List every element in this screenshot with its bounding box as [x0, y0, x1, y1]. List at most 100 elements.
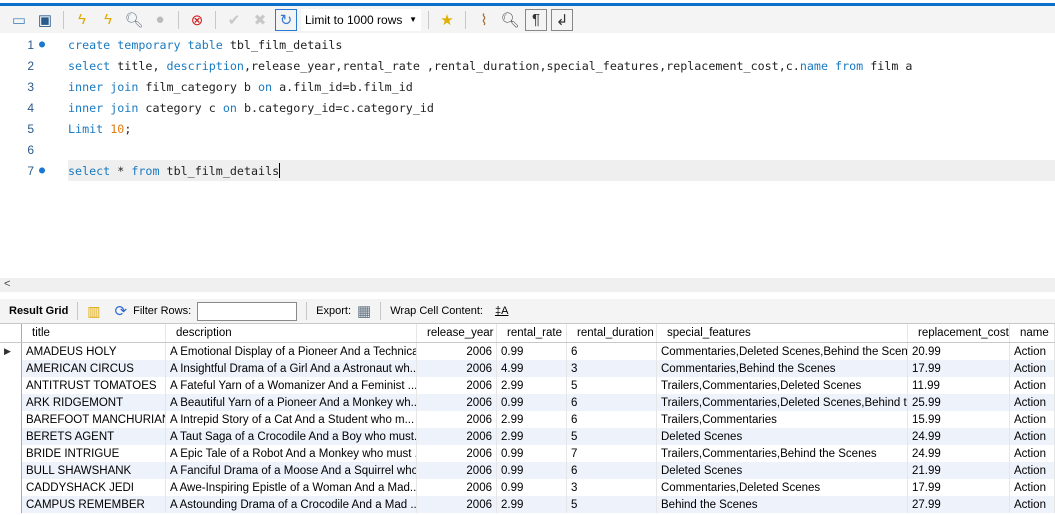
cell-title[interactable]: BULL SHAWSHANK: [22, 462, 166, 479]
cell-special-features[interactable]: Trailers,Commentaries: [657, 411, 908, 428]
cell-replacement-cost[interactable]: 24.99: [908, 445, 1010, 462]
toggle-error-icon[interactable]: ⊗: [186, 9, 208, 31]
code-text[interactable]: inner join film_category b on a.film_id=…: [68, 76, 1055, 97]
cell-rental-duration[interactable]: 6: [567, 343, 657, 360]
invisible-chars-icon[interactable]: ¶: [525, 8, 547, 31]
row-indicator[interactable]: [0, 479, 22, 496]
save-icon[interactable]: ▣: [34, 9, 56, 31]
cell-rental-duration[interactable]: 5: [567, 496, 657, 513]
open-folder-icon[interactable]: ▭: [8, 9, 30, 31]
row-indicator[interactable]: [0, 411, 22, 428]
rollback-icon[interactable]: ✖: [249, 9, 271, 31]
cell-replacement-cost[interactable]: 25.99: [908, 394, 1010, 411]
find-icon[interactable]: 🔍︎: [499, 9, 521, 31]
cell-release-year[interactable]: 2006: [417, 462, 497, 479]
cell-rental-duration[interactable]: 6: [567, 394, 657, 411]
autocommit-icon[interactable]: ↻: [275, 8, 297, 31]
table-row[interactable]: CADDYSHACK JEDI A Awe-Inspiring Epistle o…: [0, 479, 1055, 496]
code-line[interactable]: 6: [0, 139, 1055, 160]
cell-special-features[interactable]: Commentaries,Deleted Scenes,Behind the S…: [657, 343, 908, 360]
cell-rental-rate[interactable]: 0.99: [497, 445, 567, 462]
code-line[interactable]: 3 inner join film_category b on a.film_id…: [0, 76, 1055, 97]
cell-release-year[interactable]: 2006: [417, 445, 497, 462]
explain-icon[interactable]: 🔍︎: [123, 9, 145, 31]
table-row[interactable]: CAMPUS REMEMBER A Astounding Drama of a C…: [0, 496, 1055, 513]
cell-special-features[interactable]: Trailers,Commentaries,Deleted Scenes: [657, 377, 908, 394]
code-text[interactable]: select * from tbl_film_details: [68, 160, 1055, 181]
cell-release-year[interactable]: 2006: [417, 360, 497, 377]
table-row[interactable]: ANTITRUST TOMATOES A Fateful Yarn of a Wo…: [0, 377, 1055, 394]
cell-rental-rate[interactable]: 2.99: [497, 428, 567, 445]
cell-description[interactable]: A Fateful Yarn of a Womanizer And a Femi…: [166, 377, 417, 394]
cell-rental-rate[interactable]: 2.99: [497, 377, 567, 394]
limit-rows-select[interactable]: Limit to 1000 rows ▼: [301, 8, 421, 31]
export-icon[interactable]: ▦: [357, 302, 371, 320]
stop-icon[interactable]: ●: [149, 9, 171, 31]
cell-replacement-cost[interactable]: 17.99: [908, 479, 1010, 496]
code-text[interactable]: [68, 139, 1055, 160]
cell-name[interactable]: Action: [1010, 377, 1055, 394]
row-indicator[interactable]: [0, 445, 22, 462]
column-header-special-features[interactable]: special_features: [657, 324, 908, 342]
row-indicator[interactable]: [0, 428, 22, 445]
table-row[interactable]: ▶ AMADEUS HOLY A Emotional Display of a Pi…: [0, 343, 1055, 360]
refresh-icon[interactable]: ⟳: [115, 302, 128, 320]
code-text[interactable]: Limit 10;: [68, 118, 1055, 139]
cell-description[interactable]: A Insightful Drama of a Girl And a Astro…: [166, 360, 417, 377]
cell-special-features[interactable]: Trailers,Commentaries,Deleted Scenes,Beh…: [657, 394, 908, 411]
table-row[interactable]: BULL SHAWSHANK A Fanciful Drama of a Moos…: [0, 462, 1055, 479]
execute-current-icon[interactable]: ϟ: [97, 9, 119, 31]
code-text[interactable]: select title, description ,release_year,r…: [68, 55, 1055, 76]
cell-description[interactable]: A Taut Saga of a Crocodile And a Boy who…: [166, 428, 417, 445]
cell-name[interactable]: Action: [1010, 394, 1055, 411]
row-indicator[interactable]: [0, 462, 22, 479]
cell-description[interactable]: A Beautiful Yarn of a Pioneer And a Monk…: [166, 394, 417, 411]
cell-description[interactable]: A Awe-Inspiring Epistle of a Woman And a…: [166, 479, 417, 496]
column-header-replacement-cost[interactable]: replacement_cost: [908, 324, 1010, 342]
code-line[interactable]: 4 inner join category c on b.category_id=…: [0, 97, 1055, 118]
cell-rental-duration[interactable]: 6: [567, 411, 657, 428]
sql-editor[interactable]: 1 ● create temporary table tbl_film_detail…: [0, 33, 1055, 278]
cell-rental-rate[interactable]: 0.99: [497, 343, 567, 360]
cell-special-features[interactable]: Behind the Scenes: [657, 496, 908, 513]
horizontal-scrollbar[interactable]: <: [0, 278, 1055, 292]
cell-special-features[interactable]: Deleted Scenes: [657, 428, 908, 445]
add-snippet-icon[interactable]: ★: [436, 9, 458, 31]
column-header-description[interactable]: description: [166, 324, 417, 342]
cell-rental-rate[interactable]: 2.99: [497, 496, 567, 513]
code-line[interactable]: 5 Limit 10;: [0, 118, 1055, 139]
row-indicator[interactable]: [0, 377, 22, 394]
code-line[interactable]: 1 ● create temporary table tbl_film_detail…: [0, 34, 1055, 55]
cell-description[interactable]: A Fanciful Drama of a Moose And a Squirr…: [166, 462, 417, 479]
cell-rental-duration[interactable]: 5: [567, 377, 657, 394]
column-header-rental-duration[interactable]: rental_duration: [567, 324, 657, 342]
code-text[interactable]: inner join category c on b.category_id=c…: [68, 97, 1055, 118]
filter-rows-input[interactable]: [197, 301, 298, 321]
cell-name[interactable]: Action: [1010, 428, 1055, 445]
cell-title[interactable]: AMERICAN CIRCUS: [22, 360, 166, 377]
cell-title[interactable]: AMADEUS HOLY: [22, 343, 166, 360]
column-header-title[interactable]: title: [22, 324, 166, 342]
column-header-rental-rate[interactable]: rental_rate: [497, 324, 567, 342]
cell-title[interactable]: CADDYSHACK JEDI: [22, 479, 166, 496]
cell-rental-duration[interactable]: 5: [567, 428, 657, 445]
table-row[interactable]: BERETS AGENT A Taut Saga of a Crocodile A…: [0, 428, 1055, 445]
beautify-icon[interactable]: ⌇: [473, 9, 495, 31]
cell-title[interactable]: BRIDE INTRIGUE: [22, 445, 166, 462]
row-indicator[interactable]: [0, 496, 22, 513]
code-text[interactable]: create temporary table tbl_film_details: [68, 34, 1055, 55]
cell-special-features[interactable]: Trailers,Commentaries,Behind the Scenes: [657, 445, 908, 462]
cell-title[interactable]: BERETS AGENT: [22, 428, 166, 445]
cell-rental-rate[interactable]: 4.99: [497, 360, 567, 377]
cell-description[interactable]: A Emotional Display of a Pioneer And a T…: [166, 343, 417, 360]
cell-replacement-cost[interactable]: 24.99: [908, 428, 1010, 445]
cell-release-year[interactable]: 2006: [417, 377, 497, 394]
row-indicator[interactable]: [0, 394, 22, 411]
cell-name[interactable]: Action: [1010, 411, 1055, 428]
cell-rental-rate[interactable]: 0.99: [497, 394, 567, 411]
cell-title[interactable]: ARK RIDGEMONT: [22, 394, 166, 411]
cell-name[interactable]: Action: [1010, 343, 1055, 360]
wrap-icon[interactable]: ↲: [551, 8, 573, 31]
cell-rental-rate[interactable]: 0.99: [497, 479, 567, 496]
cell-replacement-cost[interactable]: 17.99: [908, 360, 1010, 377]
